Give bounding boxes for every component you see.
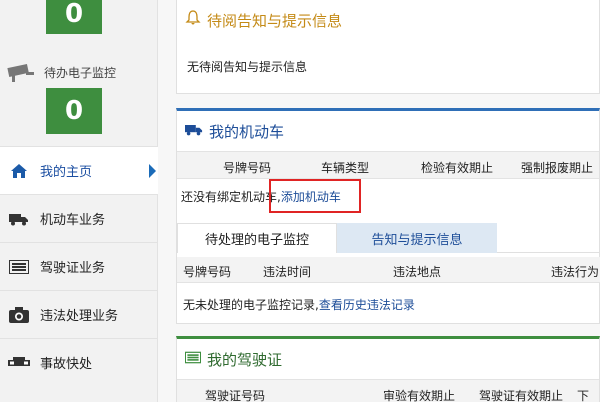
sidebar-item-violations[interactable]: 违法处理业务 (0, 290, 158, 338)
vehicle-table-header: 号牌号码 车辆类型 检验有效期止 强制报废期止 (177, 151, 599, 179)
vehicle-empty-text: 还没有绑定机动车, (181, 189, 281, 204)
monitor-empty-row: 无未处理的电子监控记录, 查看历史违法记录 (177, 289, 415, 319)
sidebar-item-label: 事故快处 (40, 357, 93, 372)
column-header: 号牌号码 (223, 161, 272, 175)
column-header: 车辆类型 (321, 161, 370, 175)
column-header: 检验有效期止 (421, 161, 494, 175)
sidebar-item-license[interactable]: 驾驶证业务 (0, 242, 158, 290)
vehicle-title: 我的机动车 (209, 122, 285, 141)
sidebar-item-label: 违法处理业务 (40, 309, 119, 324)
id-card-icon (8, 258, 30, 276)
column-header: 审验有效期止 (383, 389, 456, 402)
sidebar-item-home[interactable]: 我的主页 (0, 146, 158, 194)
license-header: 我的驾驶证 (177, 339, 599, 379)
notice-header: 待阅告知与提示信息 (177, 0, 599, 40)
id-card-icon (184, 350, 202, 368)
history-violation-link[interactable]: 查看历史违法记录 (319, 296, 415, 313)
column-header: 号牌号码 (183, 265, 232, 279)
column-header: 违法时间 (263, 265, 312, 279)
camera-icon (8, 306, 30, 324)
sidebar-item-label: 驾驶证业务 (40, 261, 106, 276)
sidebar-item-label: 机动车业务 (40, 213, 106, 228)
notice-panel: 待阅告知与提示信息 无待阅告知与提示信息 (176, 0, 600, 94)
vehicle-header: 我的机动车 (177, 111, 599, 151)
sidebar-item-accident[interactable]: 事故快处 (0, 338, 158, 386)
tab-notices[interactable]: 告知与提示信息 (337, 223, 497, 253)
pending-monitor-count[interactable]: 0 (46, 88, 102, 134)
truck-icon (185, 122, 203, 140)
column-header: 违法地点 (393, 265, 442, 279)
column-header: 驾驶证有效期止 (479, 389, 564, 402)
pending-monitor-label: 待办电子监控 (44, 65, 117, 80)
truck-icon (8, 210, 30, 228)
sidebar-item-vehicle[interactable]: 机动车业务 (0, 194, 158, 242)
monitor-empty-text: 无未处理的电子监控记录, (183, 297, 319, 312)
sidebar-item-label: 我的主页 (40, 165, 93, 180)
column-header: 强制报废期止 (521, 161, 594, 175)
notice-content: 无待阅告知与提示信息 (187, 60, 308, 74)
car-icon (8, 354, 30, 372)
license-title: 我的驾驶证 (207, 350, 283, 369)
bell-icon (185, 10, 201, 30)
main-content: 待阅告知与提示信息 无待阅告知与提示信息 我的机动车 号牌号码 车辆类型 检验有… (176, 0, 600, 402)
license-table-header: 驾驶证号码 审验有效期止 驾驶证有效期止 下一 (177, 379, 599, 402)
column-header: 驾驶证号码 (205, 389, 266, 402)
highlight-box (269, 179, 361, 213)
top-count-badge[interactable]: 0 (46, 0, 102, 34)
chevron-right-icon (149, 164, 156, 178)
sidebar-nav: 我的主页 机动车业务 驾驶证业务 违法处理业务 事故快处 (0, 146, 158, 386)
surveillance-camera-icon (7, 64, 34, 82)
tab-pending-monitor[interactable]: 待处理的电子监控 (177, 223, 337, 253)
vehicle-panel: 我的机动车 号牌号码 车辆类型 检验有效期止 强制报废期止 还没有绑定机动车, … (176, 108, 600, 324)
home-icon (8, 162, 30, 180)
monitor-table-header: 号牌号码 违法时间 违法地点 违法行为 (177, 257, 600, 283)
tab-bar-rest (497, 223, 600, 253)
license-panel: 我的驾驶证 驾驶证号码 审验有效期止 驾驶证有效期止 下一 (176, 336, 600, 402)
notice-title: 待阅告知与提示信息 (207, 11, 343, 30)
sidebar: 0 待办电子监控 0 我的主页 机动车业务 驾驶证业务 违法处理业务 事故快处 (0, 0, 158, 402)
monitor-tabs: 待处理的电子监控 告知与提示信息 (177, 223, 600, 253)
column-header: 下一 (577, 389, 590, 402)
pending-monitor-row: 待办电子监控 (6, 60, 116, 84)
vehicle-empty-row: 还没有绑定机动车, 添加机动车 (177, 179, 599, 213)
column-header: 违法行为 (551, 265, 600, 279)
